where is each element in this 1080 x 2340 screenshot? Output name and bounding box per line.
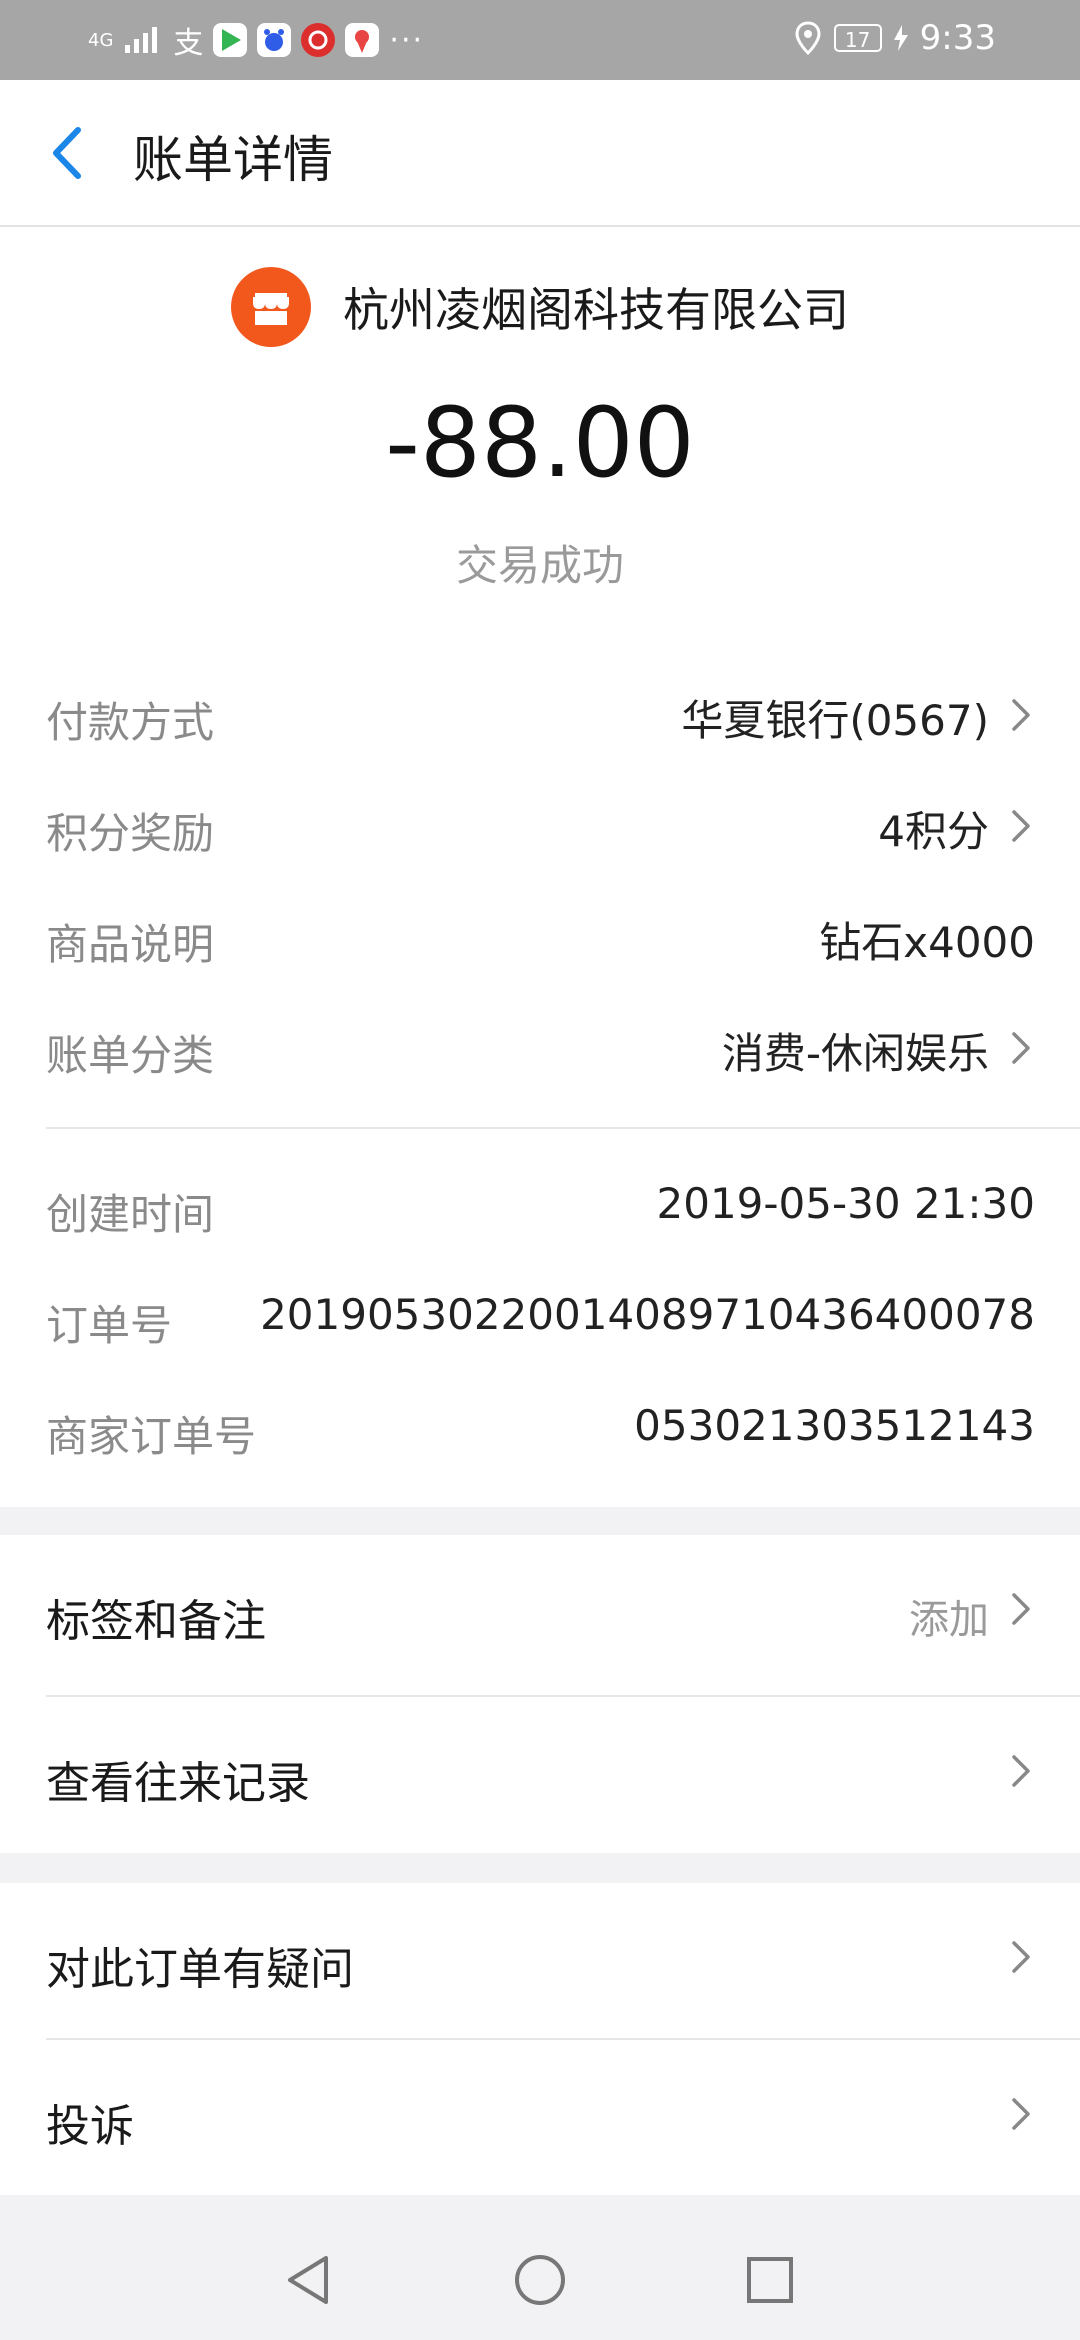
complaint-row[interactable]: 投诉 (46, 2040, 1035, 2190)
action-label: 查看往来记录 (46, 1758, 310, 1809)
netease-music-icon (301, 23, 336, 57)
detail-label: 订单号 (46, 1301, 173, 1350)
detail-label: 商家订单号 (46, 1412, 257, 1461)
location-icon (795, 21, 821, 55)
detail-row-product: 商品说明 钻石x4000 (46, 895, 1035, 975)
transaction-amount: -88.00 (385, 387, 695, 499)
view-history-row[interactable]: 查看往来记录 (46, 1697, 1035, 1847)
detail-row-payment-method[interactable]: 付款方式 华夏银行(0567) (46, 673, 1035, 753)
detail-row-merchant-order-number: 商家订单号 053021303512143 (46, 1387, 1035, 1467)
system-navigation-bar (0, 2220, 1080, 2340)
detail-row-order-number: 订单号 20190530220014089710436400078 (46, 1276, 1035, 1356)
action-label: 标签和备注 (46, 1596, 266, 1647)
maps-app-icon (345, 23, 380, 57)
detail-label: 账单分类 (46, 1031, 215, 1080)
back-button[interactable] (40, 118, 100, 188)
action-label: 投诉 (46, 2101, 134, 2152)
detail-value: 钻石x4000 (819, 918, 1035, 967)
status-right: 17 9:33 (794, 18, 996, 58)
chevron-right-icon (1012, 699, 1030, 731)
baidu-app-icon (257, 23, 292, 57)
detail-value: 2019-05-30 21:30 (656, 1179, 1035, 1228)
more-notifications-icon: ··· (389, 22, 425, 58)
square-recent-icon[interactable] (740, 2250, 800, 2310)
detail-label: 付款方式 (46, 698, 215, 747)
triangle-back-icon[interactable] (280, 2250, 340, 2310)
status-bar: 4G 支 ··· 17 9:33 (0, 0, 1080, 80)
chevron-right-icon (1012, 1755, 1030, 1787)
chevron-right-icon (1012, 1032, 1030, 1064)
actions-section-2: 对此订单有疑问 投诉 (0, 1883, 1080, 2195)
status-left: 4G 支 ··· (88, 18, 424, 62)
alipay-notification-icon: 支 (173, 26, 204, 61)
chevron-right-icon (1012, 810, 1030, 842)
detail-value: 华夏银行(0567) (681, 696, 989, 745)
tags-and-notes-row[interactable]: 标签和备注 添加 (46, 1535, 1035, 1685)
detail-value: 053021303512143 (634, 1401, 1035, 1450)
charging-icon (893, 25, 908, 51)
chevron-left-icon (53, 127, 81, 179)
circle-home-icon[interactable] (510, 2250, 570, 2310)
clock: 9:33 (919, 18, 996, 58)
merchant-row: 杭州凌烟阁科技有限公司 (0, 267, 1080, 347)
divider (46, 1127, 1080, 1129)
detail-label: 商品说明 (46, 920, 215, 969)
detail-row-created-time: 创建时间 2019-05-30 21:30 (46, 1165, 1035, 1245)
shop-icon (231, 267, 311, 347)
chevron-right-icon (1012, 1593, 1030, 1625)
order-question-row[interactable]: 对此订单有疑问 (46, 1883, 1035, 2033)
detail-row-points[interactable]: 积分奖励 4积分 (46, 784, 1035, 864)
add-link[interactable]: 添加 (909, 1587, 989, 1645)
bill-summary-card: 杭州凌烟阁科技有限公司 -88.00 交易成功 付款方式 华夏银行(0567) … (0, 227, 1080, 1507)
transaction-status: 交易成功 (455, 541, 624, 590)
detail-value: 4积分 (878, 807, 989, 856)
page-title: 账单详情 (133, 131, 333, 189)
app-header: 账单详情 (0, 80, 1080, 227)
chevron-right-icon (1012, 1941, 1030, 1973)
merchant-name: 杭州凌烟阁科技有限公司 (343, 283, 849, 337)
detail-value: 消费-休闲娱乐 (721, 1029, 989, 1078)
action-label: 对此订单有疑问 (46, 1944, 354, 1995)
video-app-icon (213, 23, 248, 57)
detail-value: 20190530220014089710436400078 (260, 1290, 1035, 1339)
actions-section-1: 标签和备注 添加 查看往来记录 (0, 1535, 1080, 1853)
detail-row-category[interactable]: 账单分类 消费-休闲娱乐 (46, 1006, 1035, 1086)
detail-label: 积分奖励 (46, 809, 215, 858)
network-indicator: 4G (88, 29, 114, 51)
chevron-right-icon (1012, 2098, 1030, 2130)
battery-icon: 17 (833, 24, 882, 52)
detail-label: 创建时间 (46, 1190, 215, 1239)
signal-icon (125, 27, 158, 53)
